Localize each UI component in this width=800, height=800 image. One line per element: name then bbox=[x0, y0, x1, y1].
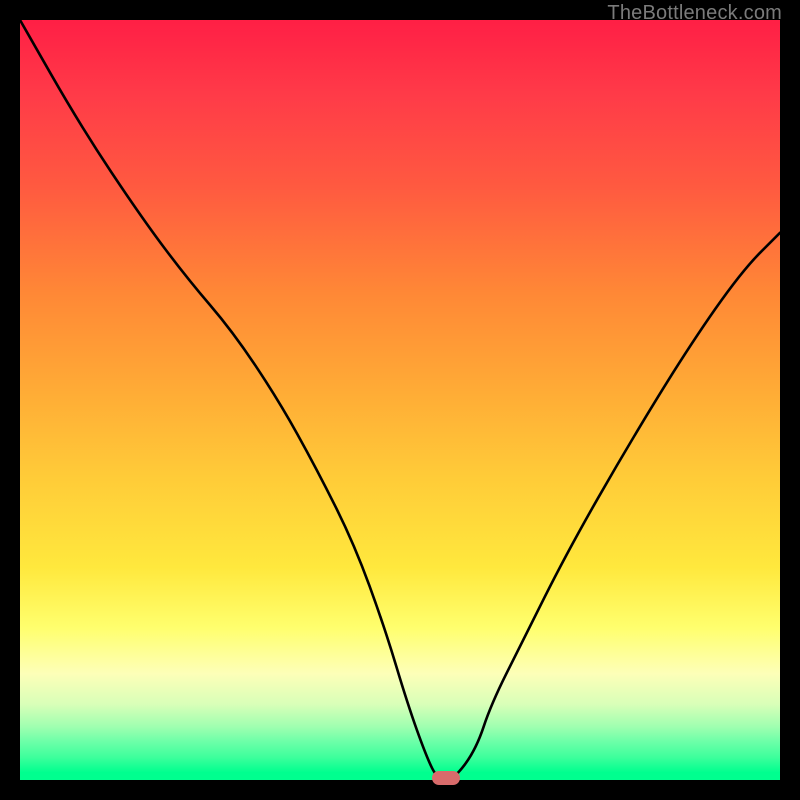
curve-svg bbox=[20, 20, 780, 780]
frame-right-border bbox=[784, 0, 800, 800]
chart-frame: TheBottleneck.com bbox=[0, 0, 800, 800]
watermark-text: TheBottleneck.com bbox=[607, 2, 782, 25]
plot-area bbox=[20, 20, 780, 780]
optimal-marker bbox=[432, 771, 460, 785]
bottleneck-curve-path bbox=[20, 20, 780, 780]
